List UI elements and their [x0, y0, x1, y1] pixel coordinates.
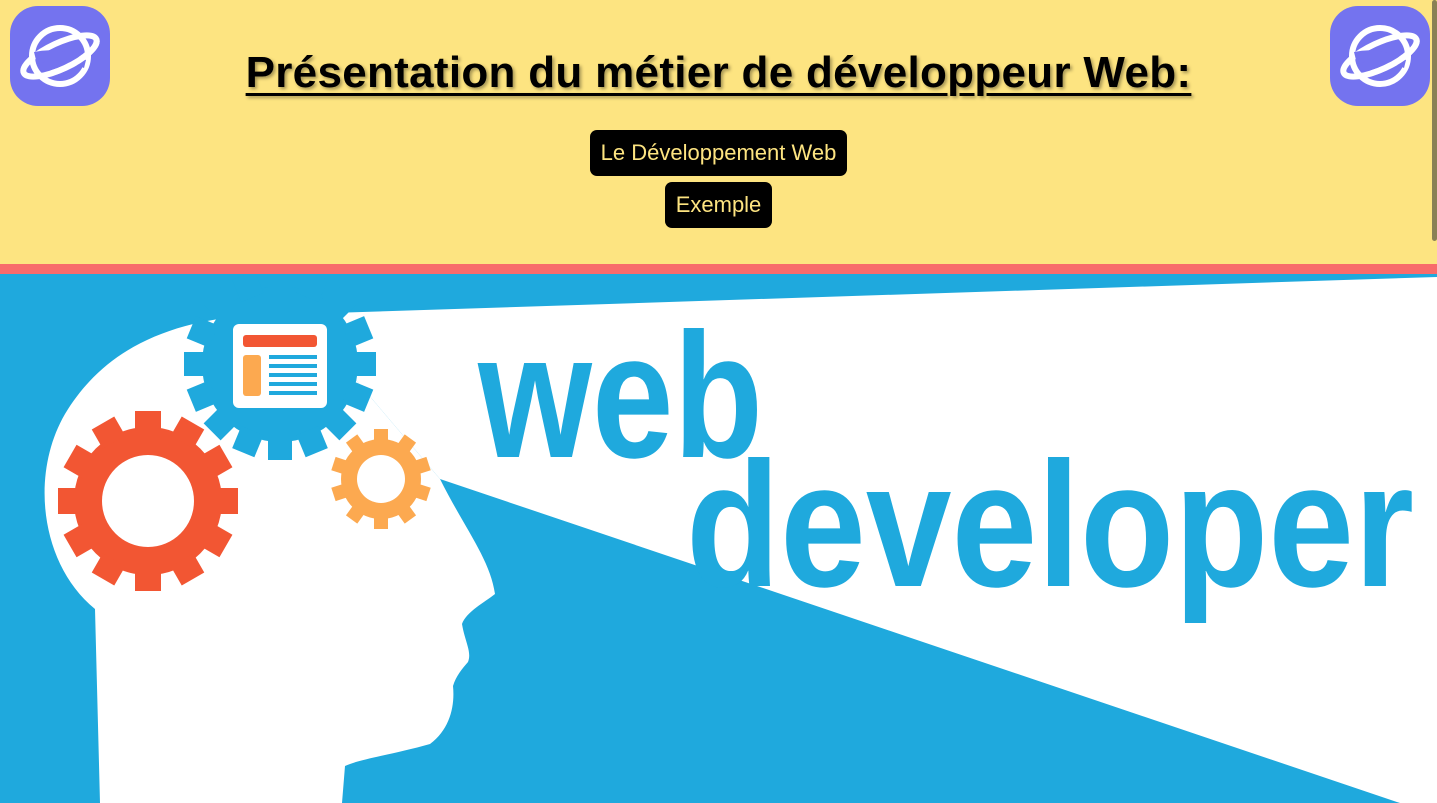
- nav-link-exemple[interactable]: Exemple: [664, 182, 773, 228]
- web-developer-illustration: web developer: [0, 274, 1437, 803]
- main-nav: Le Développement Web Exemple: [0, 130, 1437, 228]
- browser-window-icon: [233, 324, 327, 408]
- scrollbar-thumb[interactable]: [1432, 0, 1437, 241]
- page-title: Présentation du métier de développeur We…: [245, 48, 1192, 97]
- hero-banner: web developer: [0, 274, 1437, 803]
- page-header: Présentation du métier de développeur We…: [0, 0, 1437, 264]
- header-divider: [0, 264, 1437, 274]
- nav-link-developpement-web[interactable]: Le Développement Web: [589, 130, 848, 176]
- hero-word-developer: developer: [686, 425, 1414, 624]
